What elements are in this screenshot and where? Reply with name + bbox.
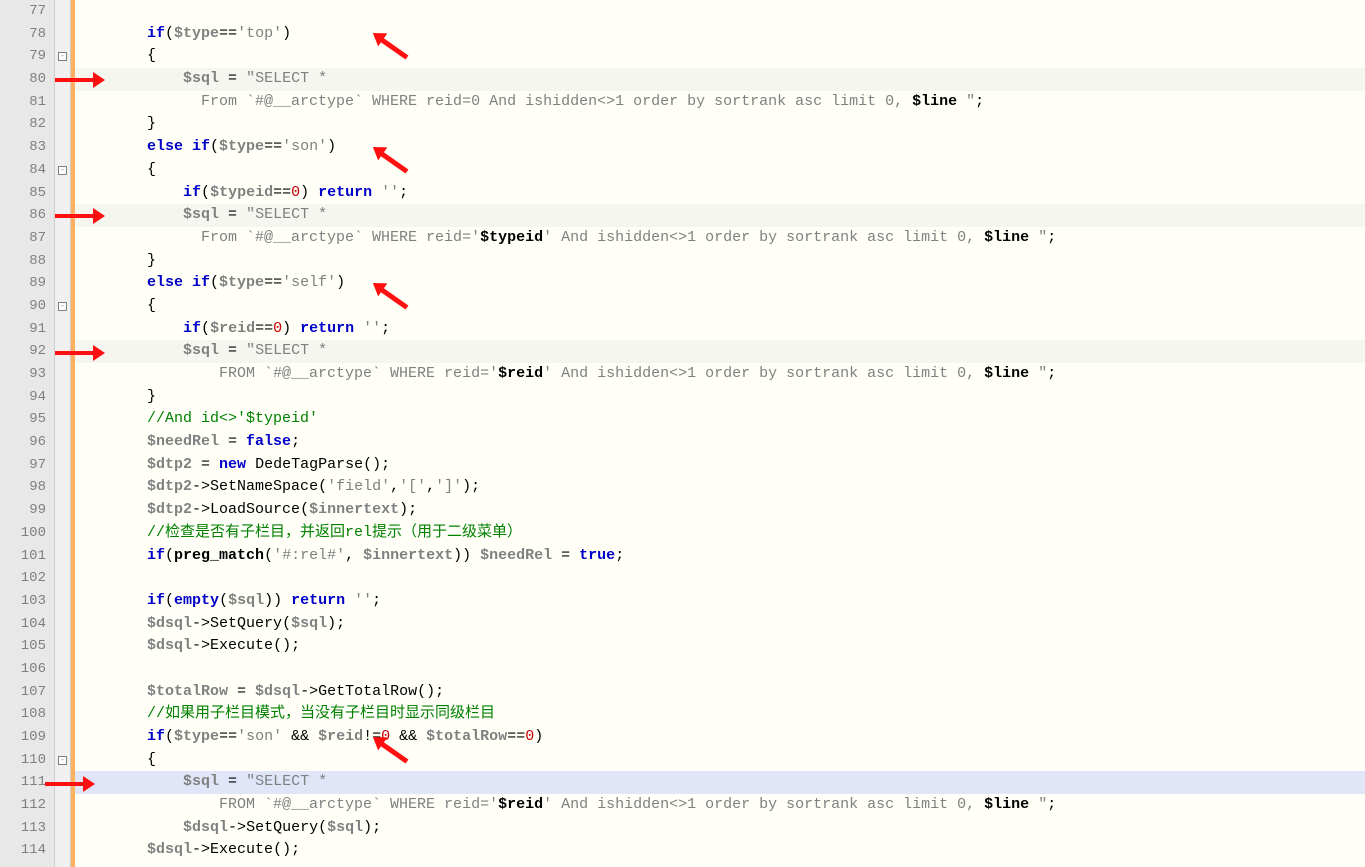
line-number: 77 — [0, 0, 46, 23]
line-number: 79 — [0, 45, 46, 68]
code-line[interactable]: From `#@__arctype` WHERE reid=0 And ishi… — [75, 91, 1365, 114]
annotation-arrow-icon — [375, 759, 407, 775]
code-line[interactable]: { — [75, 295, 1365, 318]
code-line[interactable]: $sql = "SELECT * — [75, 771, 1365, 794]
line-number: 114 — [0, 839, 46, 862]
line-number: 86 — [0, 204, 46, 227]
code-line[interactable]: $dtp2->SetNameSpace('field','[',']'); — [75, 476, 1365, 499]
annotation-arrow-icon — [375, 169, 407, 185]
code-line[interactable]: { — [75, 45, 1365, 68]
line-number-gutter: 7778798081828384858687888990919293949596… — [0, 0, 55, 867]
line-number: 99 — [0, 499, 46, 522]
code-line[interactable]: $totalRow = $dsql->GetTotalRow(); — [75, 681, 1365, 704]
line-number: 98 — [0, 476, 46, 499]
code-line[interactable]: if(preg_match('#:rel#', $innertext)) $ne… — [75, 545, 1365, 568]
code-line[interactable]: //And id<>'$typeid' — [75, 408, 1365, 431]
line-number: 109 — [0, 726, 46, 749]
annotation-arrow-icon — [55, 208, 95, 224]
code-editor[interactable]: 7778798081828384858687888990919293949596… — [0, 0, 1365, 867]
code-line[interactable]: $dtp2->LoadSource($innertext); — [75, 499, 1365, 522]
fold-toggle-icon[interactable]: - — [58, 756, 67, 765]
line-number: 106 — [0, 658, 46, 681]
line-number: 104 — [0, 613, 46, 636]
code-line[interactable]: $dsql->Execute(); — [75, 635, 1365, 658]
annotation-arrow-icon — [375, 55, 407, 71]
code-line[interactable]: FROM `#@__arctype` WHERE reid='$reid' An… — [75, 794, 1365, 817]
code-line[interactable]: $dsql->SetQuery($sql); — [75, 613, 1365, 636]
line-number: 93 — [0, 363, 46, 386]
code-line[interactable]: FROM `#@__arctype` WHERE reid='$reid' An… — [75, 363, 1365, 386]
code-line[interactable]: $sql = "SELECT * — [75, 204, 1365, 227]
fold-gutter[interactable]: - - - - — [55, 0, 71, 867]
code-line[interactable]: $sql = "SELECT * — [75, 68, 1365, 91]
code-line[interactable]: } — [75, 250, 1365, 273]
line-number: 85 — [0, 182, 46, 205]
line-number: 97 — [0, 454, 46, 477]
line-number: 107 — [0, 681, 46, 704]
fold-toggle-icon[interactable]: - — [58, 302, 67, 311]
code-line[interactable]: if($type=='top') — [75, 23, 1365, 46]
fold-toggle-icon[interactable]: - — [58, 166, 67, 175]
code-line[interactable]: { — [75, 159, 1365, 182]
code-line[interactable]: } — [75, 113, 1365, 136]
line-number: 92 — [0, 340, 46, 363]
code-line[interactable]: $sql = "SELECT * — [75, 340, 1365, 363]
line-number: 83 — [0, 136, 46, 159]
code-line[interactable]: if($reid==0) return ''; — [75, 318, 1365, 341]
code-line[interactable]: if($type=='son' && $reid!=0 && $totalRow… — [75, 726, 1365, 749]
line-number: 94 — [0, 386, 46, 409]
line-number: 108 — [0, 703, 46, 726]
code-line[interactable] — [75, 658, 1365, 681]
code-line[interactable]: $dtp2 = new DedeTagParse(); — [75, 454, 1365, 477]
line-number: 82 — [0, 113, 46, 136]
code-line[interactable]: $needRel = false; — [75, 431, 1365, 454]
annotation-arrow-icon — [45, 776, 85, 792]
annotation-arrow-icon — [55, 345, 95, 361]
code-line[interactable]: //如果用子栏目模式，当没有子栏目时显示同级栏目 — [75, 703, 1365, 726]
code-line[interactable]: else if($type=='self') — [75, 272, 1365, 295]
line-number: 90 — [0, 295, 46, 318]
line-number: 80 — [0, 68, 46, 91]
line-number: 88 — [0, 250, 46, 273]
code-line[interactable]: From `#@__arctype` WHERE reid='$typeid' … — [75, 227, 1365, 250]
fold-toggle-icon[interactable]: - — [58, 52, 67, 61]
line-number: 91 — [0, 318, 46, 341]
code-line[interactable]: } — [75, 386, 1365, 409]
line-number: 89 — [0, 272, 46, 295]
line-number: 95 — [0, 408, 46, 431]
line-number: 112 — [0, 794, 46, 817]
line-number: 81 — [0, 91, 46, 114]
code-area[interactable]: if($type=='top') { $sql = "SELECT * From… — [75, 0, 1365, 867]
annotation-arrow-icon — [375, 305, 407, 321]
code-line[interactable]: $dsql->SetQuery($sql); — [75, 817, 1365, 840]
line-number: 103 — [0, 590, 46, 613]
line-number: 84 — [0, 159, 46, 182]
code-line[interactable]: if($typeid==0) return ''; — [75, 182, 1365, 205]
line-number: 113 — [0, 817, 46, 840]
line-number: 110 — [0, 749, 46, 772]
code-line[interactable]: $dsql->Execute(); — [75, 839, 1365, 862]
annotation-arrow-icon — [55, 72, 95, 88]
line-number: 101 — [0, 545, 46, 568]
line-number: 100 — [0, 522, 46, 545]
code-line[interactable] — [75, 567, 1365, 590]
line-number: 111 — [0, 771, 46, 794]
line-number: 102 — [0, 567, 46, 590]
code-line[interactable] — [75, 0, 1365, 23]
code-line[interactable]: if(empty($sql)) return ''; — [75, 590, 1365, 613]
line-number: 78 — [0, 23, 46, 46]
line-number: 96 — [0, 431, 46, 454]
code-line[interactable]: //检查是否有子栏目，并返回rel提示（用于二级菜单） — [75, 522, 1365, 545]
code-line[interactable]: { — [75, 749, 1365, 772]
line-number: 105 — [0, 635, 46, 658]
line-number: 87 — [0, 227, 46, 250]
code-line[interactable]: else if($type=='son') — [75, 136, 1365, 159]
